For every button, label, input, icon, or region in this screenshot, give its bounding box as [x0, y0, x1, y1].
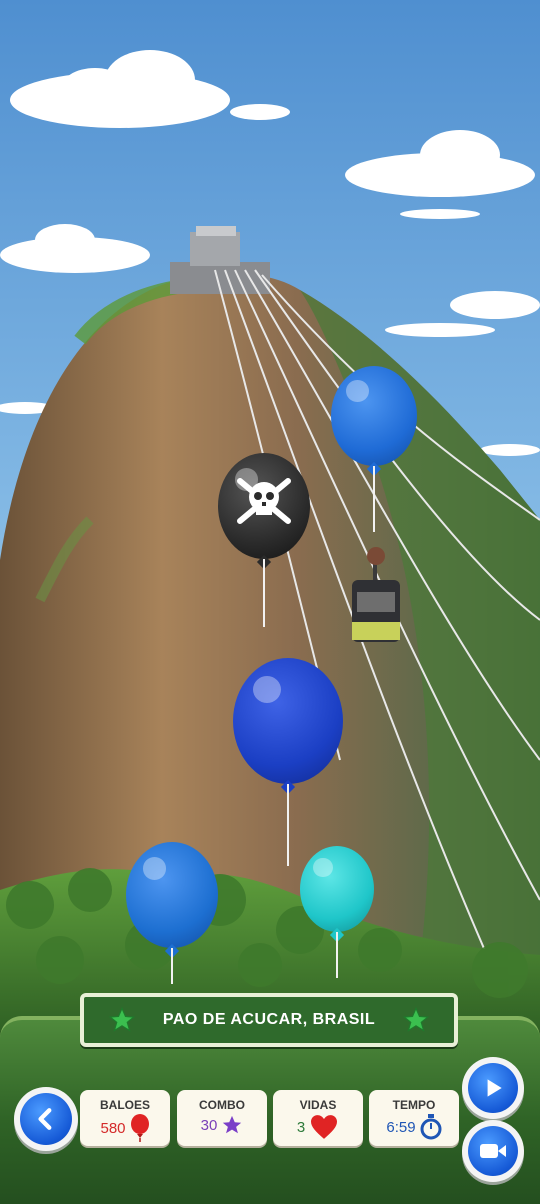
- stat-label: BALOES: [99, 1098, 150, 1112]
- play-icon: [487, 1079, 502, 1097]
- balloon-cyan[interactable]: [300, 846, 374, 978]
- video-button[interactable]: [462, 1120, 524, 1182]
- stat-value: 30: [200, 1116, 218, 1134]
- green-star-icon: [108, 1006, 136, 1032]
- skull-crossbones-icon: [232, 473, 296, 534]
- balloon-blue[interactable]: [126, 842, 218, 984]
- location-banner: PAO DE ACUCAR, BRASIL: [80, 993, 458, 1047]
- stopwatch-icon: [420, 1114, 442, 1140]
- stat-value: 3: [296, 1118, 306, 1136]
- stat-label: TEMPO: [392, 1098, 436, 1112]
- stat-label: COMBO: [199, 1098, 245, 1112]
- chevron-left-icon: [38, 1108, 52, 1130]
- video-camera-icon: [480, 1144, 506, 1158]
- stat-time: TEMPO 6:59: [369, 1090, 459, 1146]
- location-title: PAO DE ACUCAR, BRASIL: [162, 1011, 376, 1028]
- red-heart-icon: [311, 1115, 338, 1139]
- stat-value: 580: [100, 1119, 126, 1137]
- bomb-balloon[interactable]: [218, 453, 310, 627]
- green-star-icon: [402, 1006, 430, 1032]
- stat-value: 6:59: [386, 1118, 416, 1136]
- red-balloon-icon: [130, 1114, 149, 1142]
- back-button[interactable]: [14, 1087, 78, 1151]
- stat-balloons: BALOES 580: [80, 1090, 170, 1146]
- stat-combo: COMBO 30: [177, 1090, 267, 1146]
- stat-label: VIDAS: [299, 1098, 337, 1112]
- balloon-blue[interactable]: [331, 366, 417, 532]
- stat-lives: VIDAS 3: [273, 1090, 363, 1146]
- balloon-dark-blue[interactable]: [233, 658, 343, 866]
- purple-star-icon: [223, 1115, 242, 1134]
- play-button[interactable]: [462, 1057, 524, 1119]
